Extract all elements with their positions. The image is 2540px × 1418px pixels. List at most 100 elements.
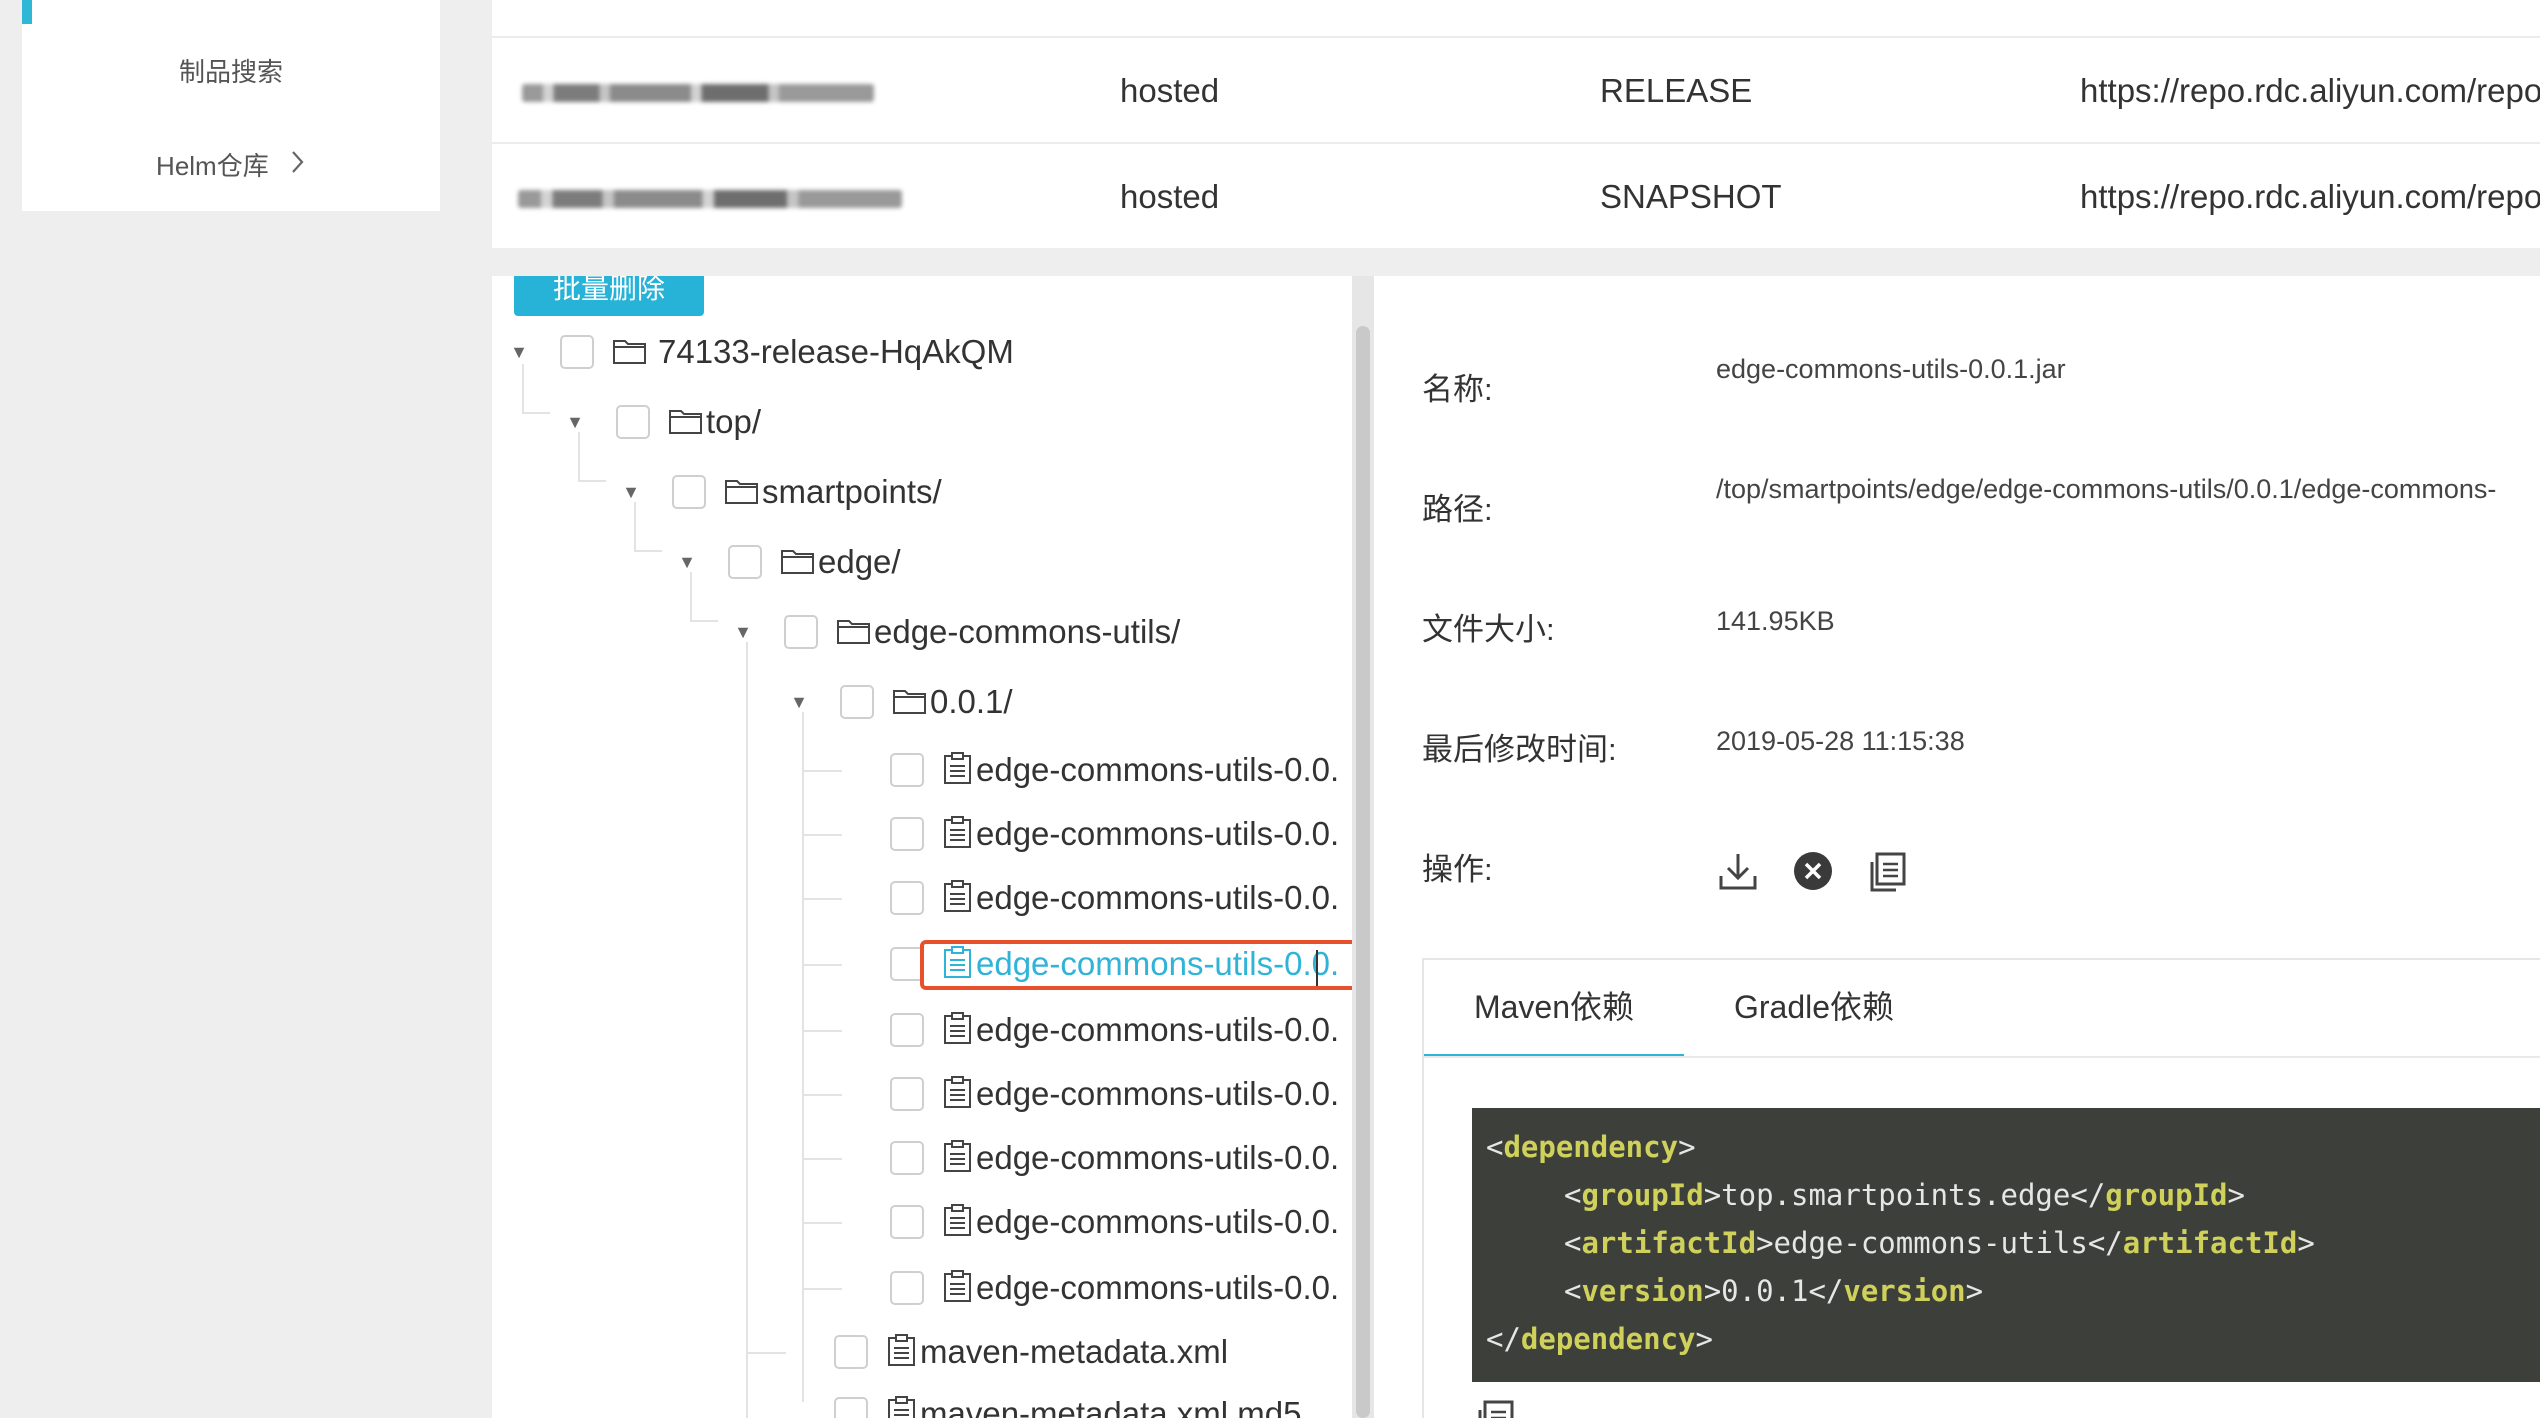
folder-icon bbox=[892, 685, 928, 720]
dependency-tabs: Maven依赖 Gradle依赖 <dependency> <groupId>t… bbox=[1422, 958, 2540, 1418]
tree-node-label[interactable]: edge-commons-utils-0.0. bbox=[976, 751, 1339, 789]
tree-node-file[interactable]: edge-commons-utils-0.0. bbox=[890, 868, 1339, 928]
download-icon[interactable] bbox=[1716, 850, 1760, 894]
tree-node-folder[interactable]: ▼ edge-commons-utils/ bbox=[732, 602, 1180, 662]
tree-node-file[interactable]: edge-commons-utils-0.0. bbox=[890, 1258, 1339, 1318]
tree-node-label[interactable]: edge-commons-utils-0.0. bbox=[976, 1075, 1339, 1113]
caret-down-icon[interactable]: ▼ bbox=[732, 622, 754, 643]
tree-node-label[interactable]: 0.0.1/ bbox=[930, 683, 1013, 721]
tree-guide bbox=[802, 898, 842, 900]
tree-node-file[interactable]: edge-commons-utils-0.0. bbox=[890, 1128, 1339, 1188]
tree-guide bbox=[802, 1158, 842, 1160]
tree-node-file[interactable]: edge-commons-utils-0.0. bbox=[890, 1000, 1339, 1060]
tree-scrollbar[interactable] bbox=[1352, 276, 1374, 1418]
caret-down-icon[interactable]: ▼ bbox=[564, 412, 586, 433]
table-row[interactable]: hosted SNAPSHOT https://repo.rdc.aliyun.… bbox=[492, 142, 2540, 250]
tree-node-checkbox[interactable] bbox=[834, 1335, 868, 1369]
tree-node-label[interactable]: maven-metadata.xml bbox=[920, 1333, 1228, 1371]
chevron-right-icon bbox=[290, 149, 306, 182]
sidebar-item-label: Helm仓库 bbox=[156, 151, 269, 181]
sidebar-item-label: 制品搜索 bbox=[178, 57, 283, 87]
tree-node-label[interactable]: top/ bbox=[706, 403, 761, 441]
copy-code-icon[interactable] bbox=[1472, 1398, 1516, 1418]
sidebar-item-artifact-search[interactable]: 制品搜索 bbox=[22, 52, 440, 89]
scrollbar-thumb[interactable] bbox=[1356, 326, 1370, 1418]
tree-node-checkbox[interactable] bbox=[890, 1271, 924, 1305]
tree-node-label[interactable]: edge-commons-utils-0.0. bbox=[976, 1011, 1339, 1049]
last-modified-label: 最后修改时间: bbox=[1422, 732, 1617, 767]
tree-node-checkbox[interactable] bbox=[890, 881, 924, 915]
tree-node-file-selected[interactable]: edge-commons-utils-0.0. bbox=[890, 934, 1339, 994]
path-label: 路径: bbox=[1422, 492, 1493, 527]
tree-node-checkbox[interactable] bbox=[840, 685, 874, 719]
tree-node-label[interactable]: edge/ bbox=[818, 543, 901, 581]
tree-node-checkbox[interactable] bbox=[672, 475, 706, 509]
file-icon bbox=[942, 1139, 974, 1178]
file-icon bbox=[942, 879, 974, 918]
tree-guide bbox=[802, 712, 804, 1402]
tree-node-label[interactable]: edge-commons-utils-0.0. bbox=[976, 815, 1339, 853]
table-row[interactable]: hosted RELEASE https://repo.rdc.aliyun.c… bbox=[492, 36, 2540, 144]
repo-name-redacted bbox=[518, 190, 902, 209]
tree-node-checkbox[interactable] bbox=[616, 405, 650, 439]
tree-node-folder[interactable]: ▼ top/ bbox=[564, 392, 761, 452]
file-icon bbox=[886, 1333, 918, 1372]
tree-node-folder[interactable]: ▼ smartpoints/ bbox=[620, 462, 942, 522]
tree-node-file[interactable]: maven-metadata.xml bbox=[834, 1322, 1228, 1382]
tree-node-folder[interactable]: ▼ 0.0.1/ bbox=[788, 672, 1013, 732]
tree-node-root[interactable]: ▼ 74133-release-HqAkQM bbox=[508, 322, 1014, 382]
tree-node-checkbox[interactable] bbox=[890, 753, 924, 787]
tree-node-file[interactable]: edge-commons-utils-0.0. bbox=[890, 740, 1339, 800]
tree-node-label[interactable]: maven-metadata.xml.md5 bbox=[920, 1395, 1301, 1418]
tab-gradle-dependency[interactable]: Gradle依赖 bbox=[1684, 960, 1944, 1054]
file-size-label: 文件大小: bbox=[1422, 612, 1555, 647]
tree-node-label[interactable]: 74133-release-HqAkQM bbox=[658, 333, 1014, 371]
tree-node-checkbox[interactable] bbox=[834, 1397, 868, 1418]
tree-node-label[interactable]: edge-commons-utils/ bbox=[874, 613, 1180, 651]
tree-node-checkbox[interactable] bbox=[890, 1141, 924, 1175]
batch-delete-button[interactable]: 批量删除 bbox=[514, 276, 704, 316]
repo-name-cell bbox=[518, 144, 902, 250]
tree-node-file[interactable]: edge-commons-utils-0.0. bbox=[890, 1192, 1339, 1252]
tree-node-file[interactable]: edge-commons-utils-0.0. bbox=[890, 804, 1339, 864]
tree-guide bbox=[746, 1352, 786, 1354]
tab-maven-dependency[interactable]: Maven依赖 bbox=[1424, 960, 1684, 1058]
tree-node-checkbox[interactable] bbox=[784, 615, 818, 649]
folder-icon bbox=[668, 405, 704, 440]
tree-node-checkbox[interactable] bbox=[890, 1013, 924, 1047]
tree-node-checkbox[interactable] bbox=[560, 335, 594, 369]
tree-node-checkbox[interactable] bbox=[890, 1077, 924, 1111]
tree-guide bbox=[802, 1094, 842, 1096]
sidebar-item-helm-repo[interactable]: Helm仓库 bbox=[22, 146, 440, 183]
tree-guide bbox=[634, 550, 662, 552]
delete-icon[interactable] bbox=[1792, 850, 1834, 892]
tree-node-checkbox[interactable] bbox=[890, 947, 924, 981]
tree-node-label[interactable]: smartpoints/ bbox=[762, 473, 942, 511]
code-line: <version>0.0.1</version> bbox=[1564, 1274, 1984, 1308]
caret-down-icon[interactable]: ▼ bbox=[620, 482, 642, 503]
tree-guide bbox=[802, 1288, 842, 1290]
tree-guide bbox=[690, 620, 718, 622]
caret-down-icon[interactable]: ▼ bbox=[788, 692, 810, 713]
tree-node-label[interactable]: edge-commons-utils-0.0. bbox=[976, 1269, 1339, 1307]
tree-node-label[interactable]: edge-commons-utils-0.0. bbox=[976, 1203, 1339, 1241]
name-value: edge-commons-utils-0.0.1.jar bbox=[1716, 354, 2066, 384]
tree-node-label[interactable]: edge-commons-utils-0.0. bbox=[976, 945, 1339, 983]
tree-node-folder[interactable]: ▼ edge/ bbox=[676, 532, 901, 592]
caret-down-icon[interactable]: ▼ bbox=[676, 552, 698, 573]
tree-node-file[interactable]: maven-metadata.xml.md5 bbox=[834, 1384, 1301, 1418]
code-line: <dependency> bbox=[1486, 1130, 1696, 1164]
file-icon bbox=[942, 1011, 974, 1050]
tree-node-checkbox[interactable] bbox=[890, 1205, 924, 1239]
folder-icon bbox=[612, 335, 648, 370]
tree-guide bbox=[802, 834, 842, 836]
tree-node-label[interactable]: edge-commons-utils-0.0. bbox=[976, 1139, 1339, 1177]
tree-node-checkbox[interactable] bbox=[728, 545, 762, 579]
name-label: 名称: bbox=[1422, 372, 1493, 407]
tree-node-file[interactable]: edge-commons-utils-0.0. bbox=[890, 1064, 1339, 1124]
copy-icon[interactable] bbox=[1864, 850, 1908, 894]
tree-node-label[interactable]: edge-commons-utils-0.0. bbox=[976, 879, 1339, 917]
caret-down-icon[interactable]: ▼ bbox=[508, 342, 530, 363]
file-size-value: 141.95KB bbox=[1716, 606, 1835, 636]
tree-node-checkbox[interactable] bbox=[890, 817, 924, 851]
